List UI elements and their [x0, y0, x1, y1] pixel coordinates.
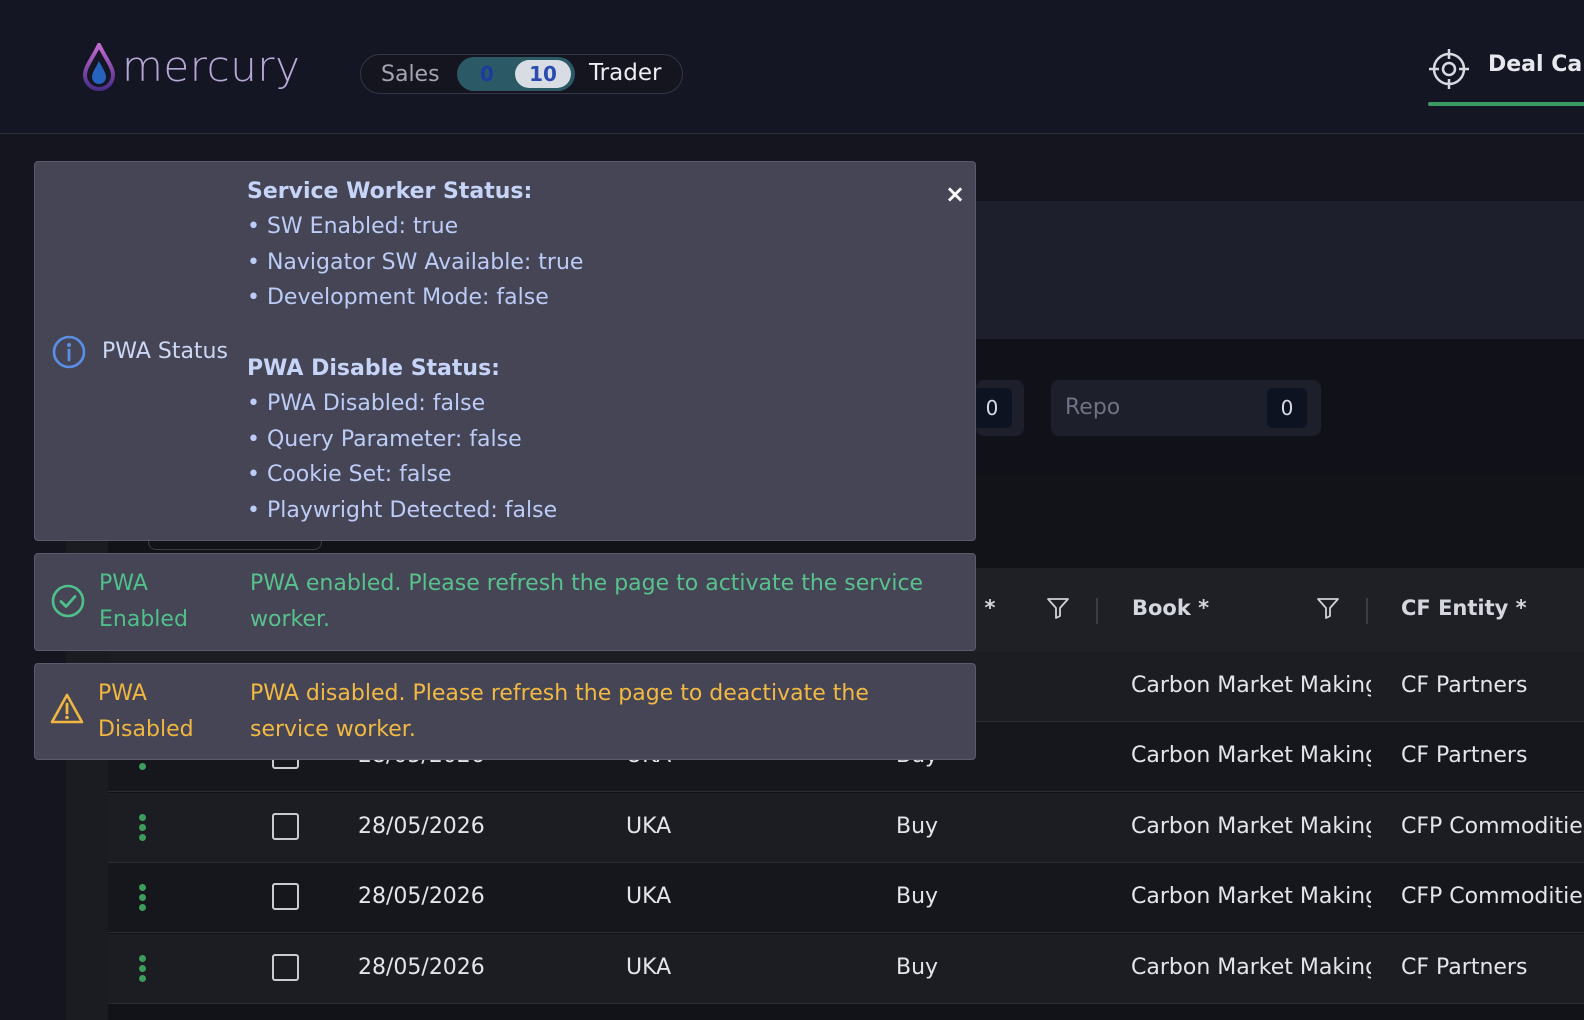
toast-pwa-status: PWA Status Service Worker Status: • SW E… — [34, 161, 976, 541]
section-heading: PWA Disable Status: — [247, 356, 500, 382]
cell-side: Buy — [896, 814, 939, 839]
active-tab-indicator — [1428, 102, 1584, 106]
cell-book: Carbon Market Making — [1131, 673, 1371, 698]
toast-title-line: PWA — [98, 681, 147, 706]
table-row[interactable]: 28/05/2026 UKA Buy Carbon Market Making … — [108, 934, 1584, 1004]
cell-product: UKA — [626, 955, 672, 980]
content-panel — [976, 201, 1584, 339]
stat-card[interactable]: 0 — [972, 380, 1024, 436]
cell-product: UKA — [626, 814, 672, 839]
sales-count: 0 — [480, 62, 494, 86]
toast-pwa-enabled: PWA Enabled PWA enabled. Please refresh … — [34, 553, 976, 651]
cell-entity: CFP Commodities — [1401, 814, 1584, 839]
row-menu-icon[interactable] — [138, 955, 148, 985]
column-separator — [1366, 598, 1368, 624]
cell-side: Buy — [896, 955, 939, 980]
close-button[interactable]: × — [945, 182, 965, 206]
app-header: mercury Sales 0 10 Trader Deal Ca — [0, 0, 1584, 134]
toast-pwa-disabled: PWA Disabled PWA disabled. Please refres… — [34, 663, 976, 760]
toast-message: PWA disabled. Please refresh the page to… — [250, 681, 869, 742]
cell-entity: CF Partners — [1401, 673, 1528, 698]
stat-card-repo[interactable]: Repo 0 — [1051, 380, 1321, 436]
cell-side: Buy — [896, 884, 939, 909]
cell-entity: CFP Commodities — [1401, 884, 1584, 909]
sales-trader-toggle[interactable]: Sales 0 10 Trader — [360, 54, 683, 94]
section-heading: Service Worker Status: — [247, 179, 533, 204]
status-line: • Query Parameter: false — [247, 426, 522, 452]
cell-entity: CF Partners — [1401, 743, 1528, 768]
mode-toggle-track[interactable]: 0 10 — [457, 57, 575, 91]
trader-count-knob[interactable]: 10 — [515, 60, 571, 88]
mode-trader-label[interactable]: Trader — [589, 60, 661, 86]
toast-title: PWA Status — [102, 339, 228, 364]
toast-title-line: Disabled — [98, 717, 194, 742]
table-row[interactable]: 28/05/2026 UKA Buy Carbon Market Making … — [108, 793, 1584, 863]
cell-book: Carbon Market Making — [1131, 814, 1371, 839]
column-separator — [1096, 598, 1098, 624]
stat-count-repo: 0 — [1267, 388, 1307, 428]
status-line: • Development Mode: false — [247, 285, 549, 311]
table-row[interactable]: 28/05/2026 UKA Buy Carbon Market Making … — [108, 863, 1584, 933]
toast-message: PWA enabled. Please refresh the page to … — [250, 571, 924, 632]
filter-icon[interactable] — [1316, 596, 1340, 620]
nav-tab-deal-capture[interactable]: Deal Ca — [1428, 44, 1584, 106]
status-line: • Navigator SW Available: true — [247, 249, 584, 275]
warning-icon — [50, 693, 84, 724]
row-menu-icon[interactable] — [138, 884, 148, 914]
stat-count-badge: 0 — [972, 388, 1012, 428]
column-header-book[interactable]: Book * — [1132, 596, 1209, 620]
cell-product: UKA — [626, 884, 672, 909]
cell-book: Carbon Market Making — [1131, 884, 1371, 909]
check-circle-icon — [51, 584, 85, 618]
toast-title: PWA Disabled — [98, 676, 194, 748]
cell-book: Carbon Market Making — [1131, 955, 1371, 980]
cell-date: 28/05/2026 — [358, 884, 485, 909]
stat-label-repo: Repo — [1065, 395, 1121, 420]
info-icon — [52, 335, 86, 369]
column-header-cf-entity[interactable]: CF Entity * — [1401, 596, 1527, 620]
mercury-logo[interactable]: mercury — [82, 42, 300, 92]
toast-title-line: Enabled — [99, 607, 188, 632]
mode-sales-label[interactable]: Sales — [381, 62, 440, 87]
nav-tab-label: Deal Ca — [1488, 52, 1583, 77]
cell-entity: CF Partners — [1401, 955, 1528, 980]
status-line: • PWA Disabled: false — [247, 391, 486, 417]
cell-book: Carbon Market Making — [1131, 743, 1371, 768]
droplet-icon — [82, 43, 116, 91]
cell-date: 28/05/2026 — [358, 955, 485, 980]
row-checkbox[interactable] — [272, 883, 299, 910]
crosshair-icon — [1429, 49, 1469, 89]
status-line: • Cookie Set: false — [247, 462, 452, 488]
logo-wordmark: mercury — [122, 42, 301, 91]
status-line: • Playwright Detected: false — [247, 497, 558, 523]
row-checkbox[interactable] — [272, 954, 299, 981]
filter-icon[interactable] — [1046, 596, 1070, 620]
row-menu-icon[interactable] — [138, 814, 148, 844]
status-line: • SW Enabled: true — [247, 214, 459, 240]
toast-message: Service Worker Status: • SW Enabled: tru… — [247, 174, 583, 528]
toast-title: PWA Enabled — [99, 566, 188, 638]
row-checkbox[interactable] — [272, 813, 299, 840]
cell-date: 28/05/2026 — [358, 814, 485, 839]
toast-title-line: PWA — [99, 571, 148, 596]
